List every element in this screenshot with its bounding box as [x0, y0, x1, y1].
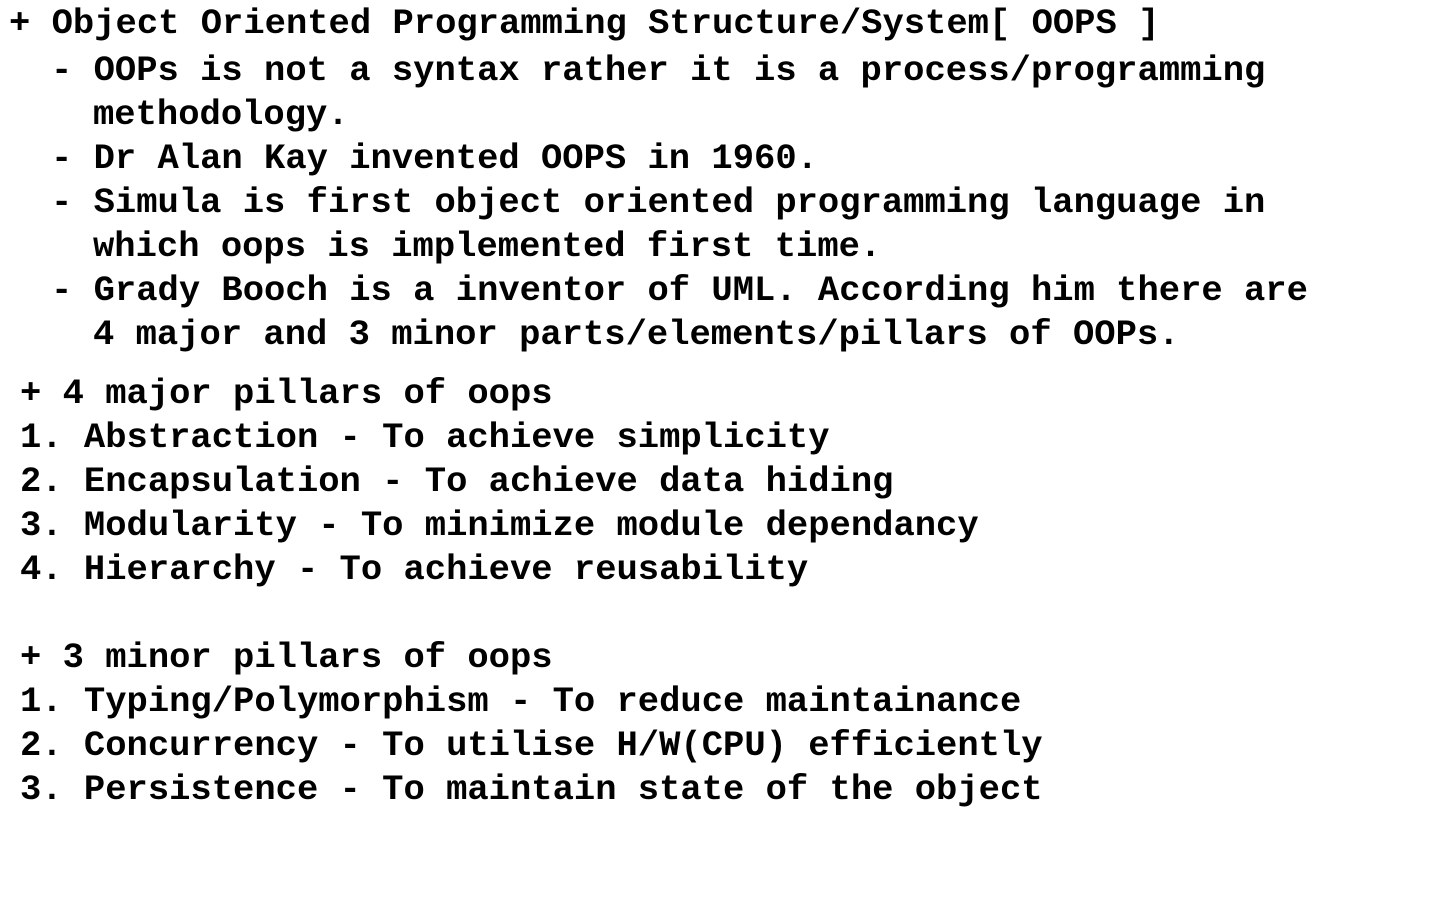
bullet-simula-continued: which oops is implemented first time. — [93, 226, 882, 267]
list-item-hierarchy: 4. Hierarchy - To achieve reusability — [20, 549, 809, 590]
bullet-oops-methodology: - OOPs is not a syntax rather it is a pr… — [51, 50, 1266, 91]
bullet-grady-booch: - Grady Booch is a inventor of UML. Acco… — [51, 270, 1308, 311]
list-item-concurrency: 2. Concurrency - To utilise H/W(CPU) eff… — [20, 725, 1043, 766]
list-item-encapsulation: 2. Encapsulation - To achieve data hidin… — [20, 461, 894, 502]
list-item-abstraction: 1. Abstraction - To achieve simplicity — [20, 417, 830, 458]
list-item-persistence: 3. Persistence - To maintain state of th… — [20, 769, 1043, 810]
section-heading-major-pillars: + 4 major pillars of oops — [20, 373, 553, 414]
bullet-grady-booch-continued: 4 major and 3 minor parts/elements/pilla… — [93, 314, 1180, 355]
bullet-oops-methodology-continued: methodology. — [93, 94, 349, 135]
section-heading-minor-pillars: + 3 minor pillars of oops — [20, 637, 553, 678]
bullet-simula: - Simula is first object oriented progra… — [51, 182, 1266, 223]
section-heading-oops: + Object Oriented Programming Structure/… — [9, 3, 1160, 44]
bullet-alan-kay: - Dr Alan Kay invented OOPS in 1960. — [51, 138, 818, 179]
list-item-modularity: 3. Modularity - To minimize module depen… — [20, 505, 979, 546]
list-item-typing: 1. Typing/Polymorphism - To reduce maint… — [20, 681, 1022, 722]
